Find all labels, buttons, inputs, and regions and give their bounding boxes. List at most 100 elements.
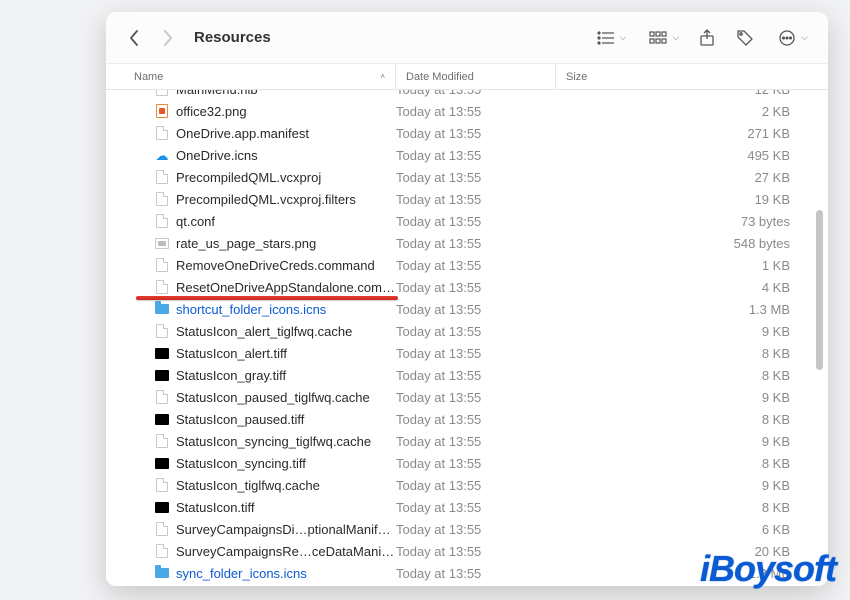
- file-list[interactable]: MainMenu.nibToday at 13:5512 KBoffice32.…: [106, 90, 828, 586]
- forward-button[interactable]: [156, 26, 180, 50]
- file-date: Today at 13:55: [396, 544, 556, 559]
- file-size: 1.3 MB: [556, 302, 828, 317]
- file-size: 20 KB: [556, 544, 828, 559]
- office-file-icon: [156, 104, 168, 118]
- file-row[interactable]: ResetOneDriveAppStandalone.commandToday …: [106, 276, 828, 298]
- generic-file-icon: [156, 90, 168, 96]
- file-date: Today at 13:55: [396, 126, 556, 141]
- file-size: 495 KB: [556, 148, 828, 163]
- file-date: Today at 13:55: [396, 258, 556, 273]
- tag-button[interactable]: [731, 26, 759, 50]
- highlight-underline: [136, 296, 398, 300]
- generic-file-icon: [156, 434, 168, 448]
- group-by-control[interactable]: ⌵: [640, 26, 683, 50]
- finder-window: Resources ⌵ ⌵: [106, 12, 828, 586]
- file-row[interactable]: StatusIcon_alert.tiffToday at 13:558 KB: [106, 342, 828, 364]
- file-row[interactable]: OneDrive.app.manifestToday at 13:55271 K…: [106, 122, 828, 144]
- file-row[interactable]: shortcut_folder_icons.icnsToday at 13:55…: [106, 298, 828, 320]
- file-size: 9 KB: [556, 324, 828, 339]
- file-date: Today at 13:55: [396, 104, 556, 119]
- file-row[interactable]: StatusIcon_gray.tiffToday at 13:558 KB: [106, 364, 828, 386]
- share-button[interactable]: [693, 26, 721, 50]
- file-name: StatusIcon_alert.tiff: [176, 346, 396, 361]
- file-row[interactable]: ☁OneDrive.icnsToday at 13:55495 KB: [106, 144, 828, 166]
- file-size: 8 KB: [556, 412, 828, 427]
- file-row[interactable]: ThirdPartyNotices.txtToday at 13:5562: [106, 584, 828, 586]
- file-name: StatusIcon.tiff: [176, 500, 396, 515]
- file-name: StatusIcon_gray.tiff: [176, 368, 396, 383]
- file-size: 6 KB: [556, 522, 828, 537]
- generic-file-icon: [156, 522, 168, 536]
- file-size: 8 KB: [556, 368, 828, 383]
- file-name: RemoveOneDriveCreds.command: [176, 258, 396, 273]
- file-size: 9 KB: [556, 478, 828, 493]
- file-date: Today at 13:55: [396, 368, 556, 383]
- file-date: Today at 13:55: [396, 412, 556, 427]
- file-row[interactable]: office32.pngToday at 13:552 KB: [106, 100, 828, 122]
- sort-ascending-icon: ˄: [380, 72, 385, 81]
- file-date: Today at 13:55: [396, 148, 556, 163]
- file-name: shortcut_folder_icons.icns: [176, 302, 396, 317]
- file-date: Today at 13:55: [396, 214, 556, 229]
- file-size: 271 KB: [556, 126, 828, 141]
- window-title: Resources: [194, 29, 271, 46]
- toolbar: Resources ⌵ ⌵: [106, 12, 828, 64]
- list-view-icon: [592, 26, 620, 50]
- file-name: StatusIcon_paused.tiff: [176, 412, 396, 427]
- file-row[interactable]: StatusIcon_paused.tiffToday at 13:558 KB: [106, 408, 828, 430]
- file-date: Today at 13:55: [396, 280, 556, 295]
- file-size: 8 KB: [556, 346, 828, 361]
- file-size: 1 KB: [556, 258, 828, 273]
- file-size: 9 KB: [556, 434, 828, 449]
- file-row[interactable]: StatusIcon.tiffToday at 13:558 KB: [106, 496, 828, 518]
- file-name: StatusIcon_syncing.tiff: [176, 456, 396, 471]
- file-row[interactable]: MainMenu.nibToday at 13:5512 KB: [106, 90, 828, 100]
- file-date: Today at 13:55: [396, 170, 556, 185]
- file-name: rate_us_page_stars.png: [176, 236, 396, 251]
- file-size: 2 KB: [556, 104, 828, 119]
- file-name: PrecompiledQML.vcxproj: [176, 170, 396, 185]
- file-row[interactable]: PrecompiledQML.vcxproj.filtersToday at 1…: [106, 188, 828, 210]
- grid-icon: [644, 26, 672, 50]
- file-row[interactable]: rate_us_page_stars.pngToday at 13:55548 …: [106, 232, 828, 254]
- column-date-label: Date Modified: [406, 71, 474, 83]
- column-name[interactable]: Name ˄: [106, 64, 396, 89]
- tiff-file-icon: [155, 458, 169, 469]
- file-name: SurveyCampaignsDi…ptionalManifest.omc: [176, 522, 396, 537]
- generic-file-icon: [156, 192, 168, 206]
- generic-file-icon: [156, 214, 168, 228]
- back-button[interactable]: [122, 26, 146, 50]
- column-date[interactable]: Date Modified: [396, 64, 556, 89]
- file-row[interactable]: StatusIcon_paused_tiglfwq.cacheToday at …: [106, 386, 828, 408]
- column-size[interactable]: Size: [556, 64, 828, 89]
- scrollbar-thumb[interactable]: [816, 210, 823, 370]
- file-name: OneDrive.icns: [176, 148, 396, 163]
- file-name: MainMenu.nib: [176, 90, 396, 97]
- generic-file-icon: [156, 126, 168, 140]
- file-row[interactable]: SurveyCampaignsRe…ceDataManifest.omcToda…: [106, 540, 828, 562]
- file-row[interactable]: StatusIcon_syncing.tiffToday at 13:558 K…: [106, 452, 828, 474]
- file-date: Today at 13:55: [396, 236, 556, 251]
- file-row[interactable]: StatusIcon_tiglfwq.cacheToday at 13:559 …: [106, 474, 828, 496]
- column-size-label: Size: [566, 71, 587, 83]
- file-row[interactable]: StatusIcon_syncing_tiglfwq.cacheToday at…: [106, 430, 828, 452]
- action-menu[interactable]: ⌵: [769, 26, 812, 50]
- file-name: SurveyCampaignsRe…ceDataManifest.omc: [176, 544, 396, 559]
- file-size: 548 bytes: [556, 236, 828, 251]
- file-name: ResetOneDriveAppStandalone.command: [176, 280, 396, 295]
- file-row[interactable]: sync_folder_icons.icnsToday at 13:551.3 …: [106, 562, 828, 584]
- column-name-label: Name: [134, 71, 163, 83]
- file-row[interactable]: PrecompiledQML.vcxprojToday at 13:5527 K…: [106, 166, 828, 188]
- file-row[interactable]: RemoveOneDriveCreds.commandToday at 13:5…: [106, 254, 828, 276]
- tiff-file-icon: [155, 414, 169, 425]
- more-icon: [773, 26, 801, 50]
- file-size: 4 KB: [556, 280, 828, 295]
- file-row[interactable]: StatusIcon_alert_tiglfwq.cacheToday at 1…: [106, 320, 828, 342]
- view-list-control[interactable]: ⌵: [588, 26, 631, 50]
- file-name: sync_folder_icons.icns: [176, 566, 396, 581]
- file-row[interactable]: qt.confToday at 13:5573 bytes: [106, 210, 828, 232]
- generic-file-icon: [156, 478, 168, 492]
- file-name: StatusIcon_paused_tiglfwq.cache: [176, 390, 396, 405]
- tiff-file-icon: [155, 502, 169, 513]
- file-row[interactable]: SurveyCampaignsDi…ptionalManifest.omcTod…: [106, 518, 828, 540]
